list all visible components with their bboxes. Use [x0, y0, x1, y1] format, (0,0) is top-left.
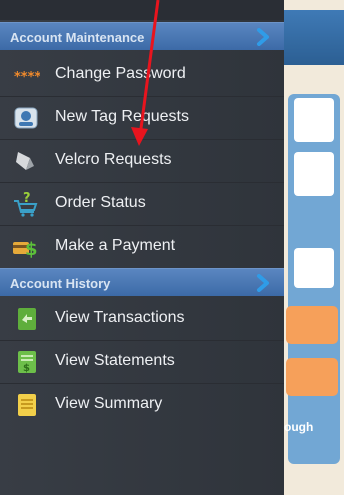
section-header-account-maintenance[interactable]: Account Maintenance: [0, 22, 284, 50]
menu-item-label: Velcro Requests: [55, 151, 172, 168]
menu-item-label: Order Status: [55, 194, 146, 211]
svg-text:?: ?: [23, 191, 31, 206]
chevron-right-icon: [257, 274, 269, 292]
menu-item-label: Make a Payment: [55, 237, 176, 254]
app-input-field[interactable]: [294, 152, 334, 196]
svg-text:$: $: [25, 239, 38, 260]
side-drawer-menu: Account Maintenance **** Change Password…: [0, 0, 284, 495]
app-partial-text: ough: [284, 420, 314, 434]
menu-item-view-summary[interactable]: View Summary: [0, 384, 284, 426]
svg-text:$: $: [23, 363, 30, 374]
section-header-account-history[interactable]: Account History: [0, 268, 284, 296]
menu-item-label: View Transactions: [55, 309, 185, 326]
app-orange-button[interactable]: [286, 358, 338, 396]
app-orange-button[interactable]: [286, 306, 338, 344]
menu-item-change-password[interactable]: **** Change Password: [0, 54, 284, 96]
menu-item-velcro-requests[interactable]: Velcro Requests: [0, 140, 284, 182]
menu-item-order-status[interactable]: ? Order Status: [0, 183, 284, 225]
menu-item-label: New Tag Requests: [55, 108, 189, 125]
menu-item-label: View Statements: [55, 352, 175, 369]
shopping-cart-question-icon: ?: [14, 191, 38, 217]
menu-item-new-tag-requests[interactable]: New Tag Requests: [0, 97, 284, 139]
velcro-strap-icon: [16, 152, 34, 170]
menu-item-label: View Summary: [55, 395, 163, 412]
app-input-field[interactable]: [294, 248, 334, 288]
chevron-right-icon: [257, 28, 269, 46]
section-title: Account History: [10, 276, 111, 291]
svg-text:****: ****: [14, 70, 40, 85]
drawer-top-strip: [0, 0, 284, 20]
summary-notepad-icon: [18, 394, 36, 416]
transactions-document-icon: [18, 308, 36, 330]
payment-card-dollar-icon: $: [13, 239, 38, 260]
menu-item-view-statements[interactable]: $ View Statements: [0, 341, 284, 383]
tag-badge-icon: [14, 107, 38, 129]
statement-document-icon: $: [18, 351, 36, 374]
password-dots-icon: ****: [14, 70, 40, 85]
menu-item-label: Change Password: [55, 65, 186, 82]
menu-item-view-transactions[interactable]: View Transactions: [0, 298, 284, 340]
app-header-bar: [284, 10, 344, 65]
section-title: Account Maintenance: [10, 30, 145, 45]
menu-item-make-a-payment[interactable]: $ Make a Payment: [0, 226, 284, 268]
app-input-field[interactable]: [294, 98, 334, 142]
